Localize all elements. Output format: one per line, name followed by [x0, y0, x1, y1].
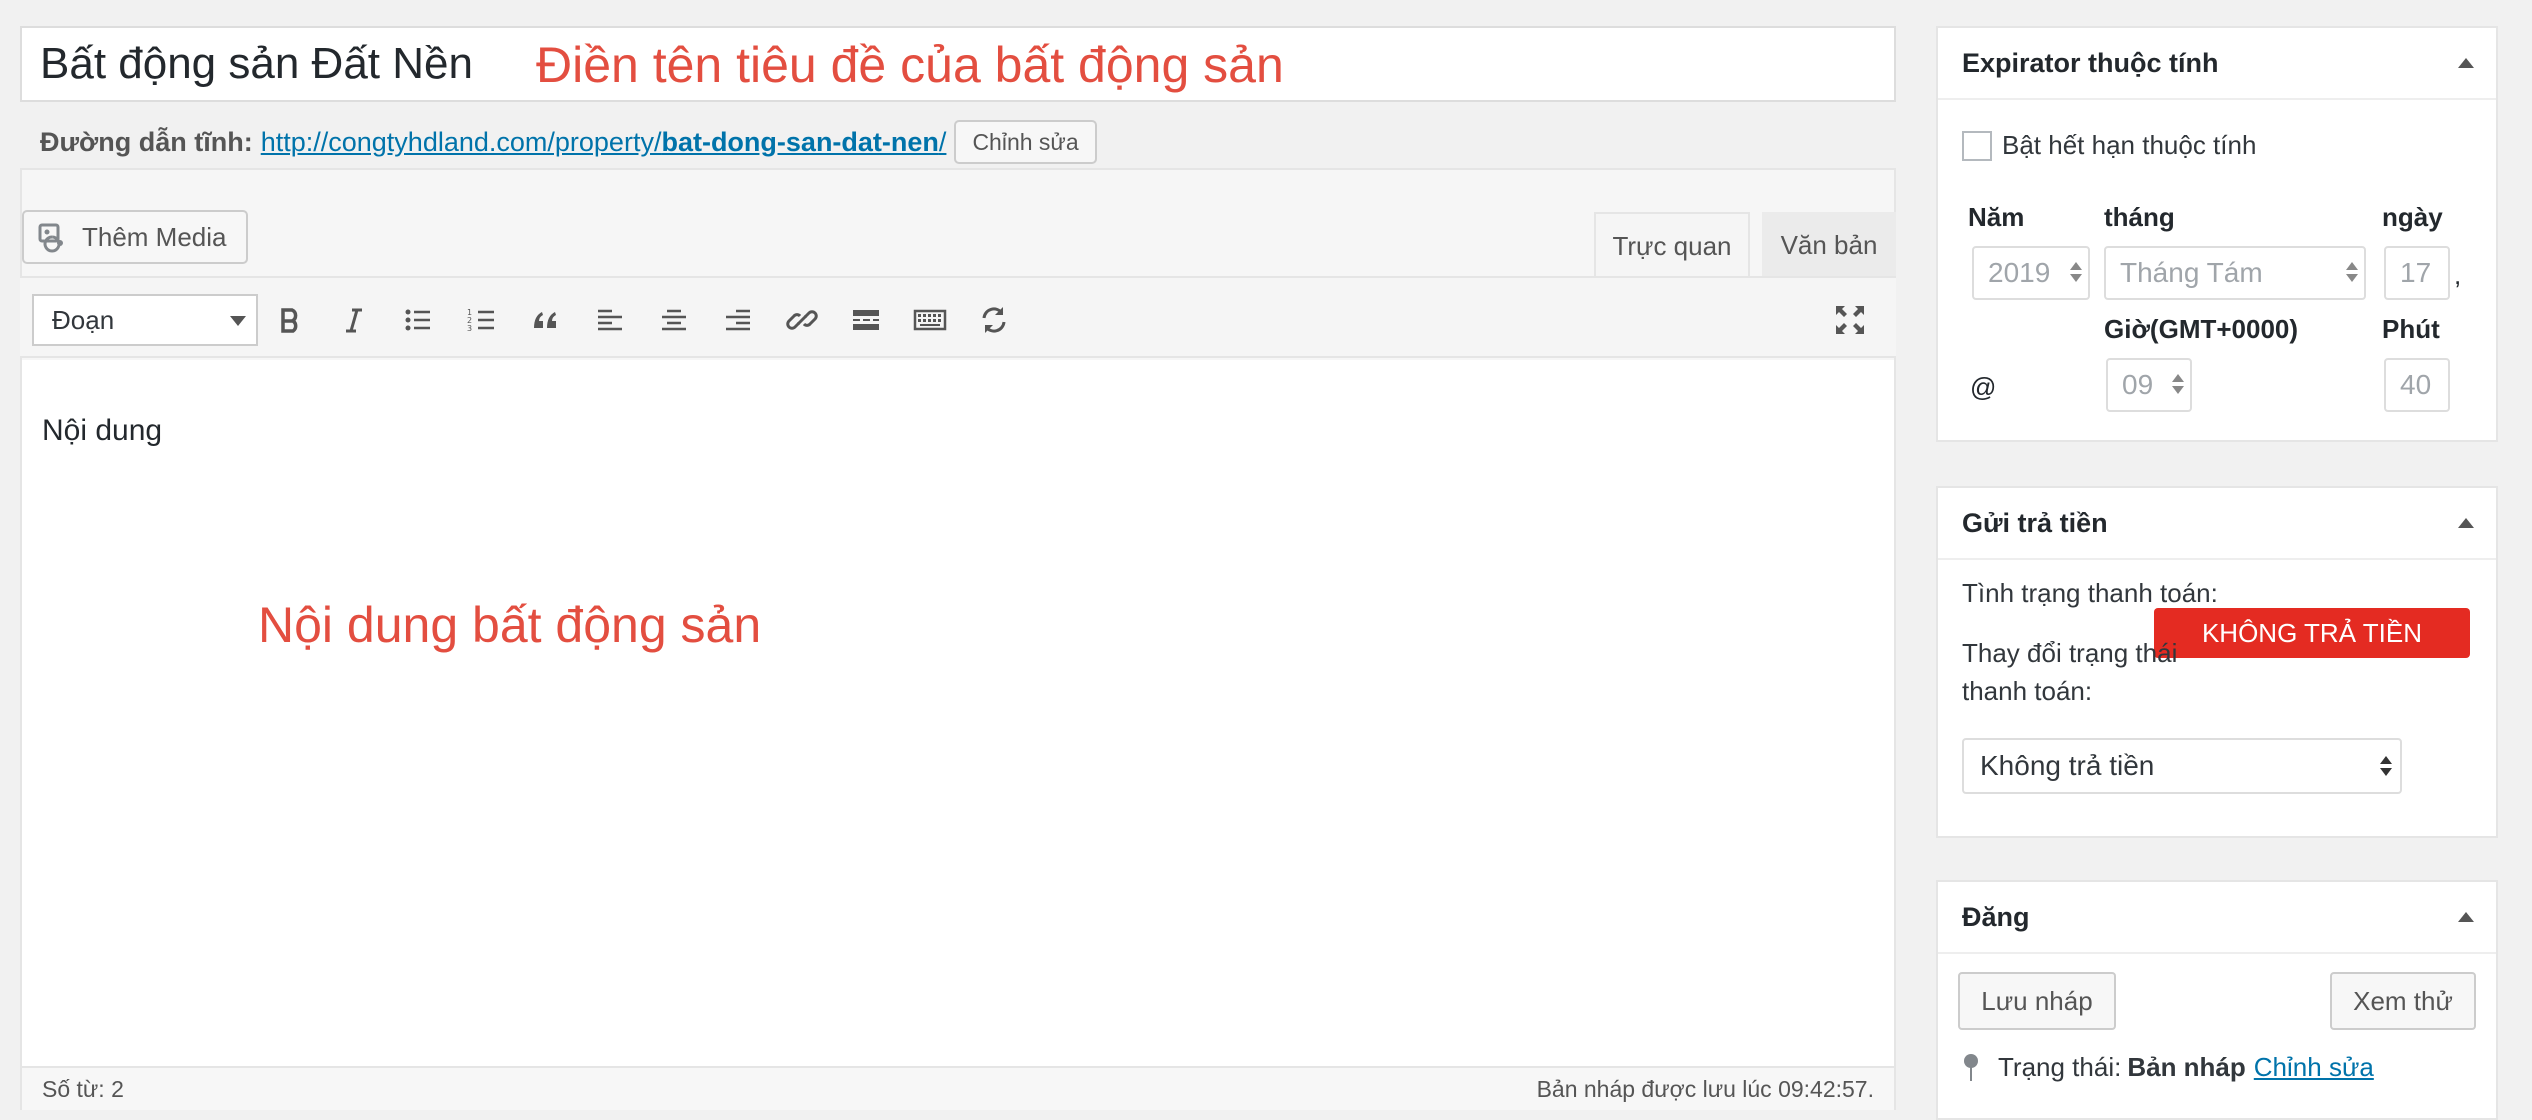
- keyboard-icon: [913, 309, 947, 331]
- expiration-checkbox-label: Bật hết hạn thuộc tính: [2002, 130, 2257, 160]
- align-center-icon: [662, 309, 686, 331]
- refresh-button[interactable]: [974, 300, 1014, 340]
- numbered-list-button[interactable]: 123: [462, 300, 502, 340]
- year-select[interactable]: 2019: [1972, 246, 2090, 300]
- fullscreen-button[interactable]: [1830, 300, 1870, 340]
- title-input[interactable]: [40, 36, 560, 92]
- bullet-list-icon: [405, 309, 430, 331]
- align-right-button[interactable]: [718, 300, 758, 340]
- post-status-label: Trạng thái:: [1998, 1052, 2122, 1082]
- permalink-label: Đường dẫn tĩnh:: [40, 126, 253, 157]
- day-value: 17: [2400, 257, 2432, 288]
- toolbar-toggle-button[interactable]: [910, 300, 950, 340]
- align-left-button[interactable]: [590, 300, 630, 340]
- expirator-title: Expirator thuộc tính: [1962, 47, 2219, 78]
- insert-link-button[interactable]: [782, 300, 822, 340]
- pin-icon: [1964, 1053, 1978, 1081]
- italic-button[interactable]: [334, 300, 374, 340]
- collapse-arrow-icon[interactable]: [2458, 58, 2474, 68]
- permalink-link[interactable]: http://congtyhdland.com/property/bat-don…: [261, 127, 947, 158]
- payment-header[interactable]: Gửi trả tiền: [1938, 488, 2496, 560]
- numbered-list-icon: 123: [467, 308, 494, 333]
- autosave-status: Bản nháp được lưu lúc 09:42:57.: [1536, 1075, 1874, 1102]
- payment-change-label: Thay đổi trạng thái thanh toán:: [1962, 638, 2178, 706]
- italic-icon: [346, 308, 362, 333]
- word-count: Số từ: 2: [42, 1075, 124, 1102]
- payment-status-select-value: Không trả tiền: [1980, 750, 2155, 781]
- hour-select[interactable]: 09: [2106, 358, 2192, 412]
- permalink-url-base: http://congtyhdland.com/property/: [260, 126, 662, 157]
- format-select[interactable]: Đoạn: [32, 294, 258, 346]
- permalink-slug: bat-dong-san-dat-nen: [661, 126, 939, 157]
- tab-text[interactable]: Văn bản: [1762, 212, 1896, 278]
- publish-title: Đăng: [1962, 901, 2030, 932]
- publish-header[interactable]: Đăng: [1938, 882, 2496, 954]
- media-icon: [38, 223, 63, 253]
- minute-label: Phút: [2382, 314, 2440, 344]
- post-status-row: Trạng thái: Bản nháp Chỉnh sửa: [1962, 1052, 2374, 1083]
- permalink-trailing: /: [938, 126, 947, 157]
- month-select[interactable]: Tháng Tám: [2104, 246, 2366, 300]
- editor-status-bar: Số từ: 2 Bản nháp được lưu lúc 09:42:57.: [22, 1066, 1894, 1110]
- bullet-list-button[interactable]: [398, 300, 438, 340]
- day-input[interactable]: 17: [2384, 246, 2450, 300]
- read-more-icon: [853, 310, 879, 330]
- blockquote-button[interactable]: [526, 300, 566, 340]
- payment-status-label: Tình trạng thanh toán:: [1962, 578, 2218, 608]
- expiration-checkbox[interactable]: [1962, 130, 1992, 161]
- refresh-icon: [982, 307, 1006, 333]
- payment-box: Gửi trả tiền Tình trạng thanh toán: KHÔN…: [1936, 486, 2498, 838]
- expiration-toggle-row: Bật hết hạn thuộc tính: [1962, 130, 2256, 161]
- preview-button[interactable]: Xem thử: [2330, 972, 2476, 1030]
- minute-value: 40: [2400, 369, 2432, 400]
- add-media-label: Thêm Media: [82, 221, 227, 252]
- link-icon: [786, 310, 818, 330]
- post-status-value: Bản nháp: [2127, 1052, 2246, 1082]
- hour-label: Giờ(GMT+0000): [2104, 314, 2299, 344]
- permalink-edit-button[interactable]: Chỉnh sửa: [954, 120, 1097, 164]
- payment-title: Gửi trả tiền: [1962, 507, 2108, 538]
- collapse-arrow-icon[interactable]: [2458, 912, 2474, 922]
- chevron-down-icon: [230, 316, 246, 326]
- expirator-header[interactable]: Expirator thuộc tính: [1938, 28, 2496, 100]
- hour-value: 09: [2122, 369, 2154, 400]
- content-editor[interactable]: Nội dung Nội dung bất động sản: [22, 360, 1894, 1066]
- permalink-row: Đường dẫn tĩnh: http://congtyhdland.com/…: [40, 120, 1097, 164]
- content-text[interactable]: Nội dung: [42, 414, 162, 448]
- tab-visual[interactable]: Trực quan: [1594, 212, 1750, 278]
- align-right-icon: [726, 309, 750, 331]
- bold-button[interactable]: [270, 300, 310, 340]
- minute-input[interactable]: 40: [2384, 358, 2450, 412]
- align-center-button[interactable]: [654, 300, 694, 340]
- post-status-edit-link[interactable]: Chỉnh sửa: [2254, 1052, 2374, 1083]
- editor-toolbar: Đoạn 123: [20, 276, 1896, 358]
- title-hint: Điền tên tiêu đề của bất động sản: [536, 37, 1284, 93]
- year-value: 2019: [1988, 257, 2051, 288]
- bold-icon: [281, 308, 298, 333]
- year-label: Năm: [1968, 202, 2025, 232]
- payment-status-select[interactable]: Không trả tiền: [1962, 738, 2402, 794]
- quote-icon: [534, 312, 556, 328]
- content-hint: Nội dung bất động sản: [258, 597, 762, 653]
- read-more-button[interactable]: [846, 300, 886, 340]
- align-left-icon: [598, 309, 622, 331]
- publish-box: Đăng Lưu nháp Xem thử Trạng thái: Bản nh…: [1936, 880, 2498, 1120]
- month-label: tháng: [2104, 202, 2175, 232]
- date-comma: ,: [2454, 260, 2462, 290]
- fullscreen-icon: [1836, 306, 1864, 334]
- payment-status-badge: KHÔNG TRẢ TIỀN: [2154, 608, 2470, 658]
- title-field[interactable]: Điền tên tiêu đề của bất động sản: [20, 26, 1896, 102]
- day-label: ngày: [2382, 202, 2443, 232]
- at-symbol: @: [1970, 372, 1997, 402]
- save-draft-button[interactable]: Lưu nháp: [1958, 972, 2116, 1030]
- month-value: Tháng Tám: [2120, 257, 2263, 288]
- svg-text:3: 3: [467, 324, 472, 333]
- add-media-button[interactable]: Thêm Media: [22, 210, 248, 264]
- expirator-box: Expirator thuộc tính Bật hết hạn thuộc t…: [1936, 26, 2498, 442]
- collapse-arrow-icon[interactable]: [2458, 518, 2474, 528]
- format-select-value: Đoạn: [52, 304, 115, 335]
